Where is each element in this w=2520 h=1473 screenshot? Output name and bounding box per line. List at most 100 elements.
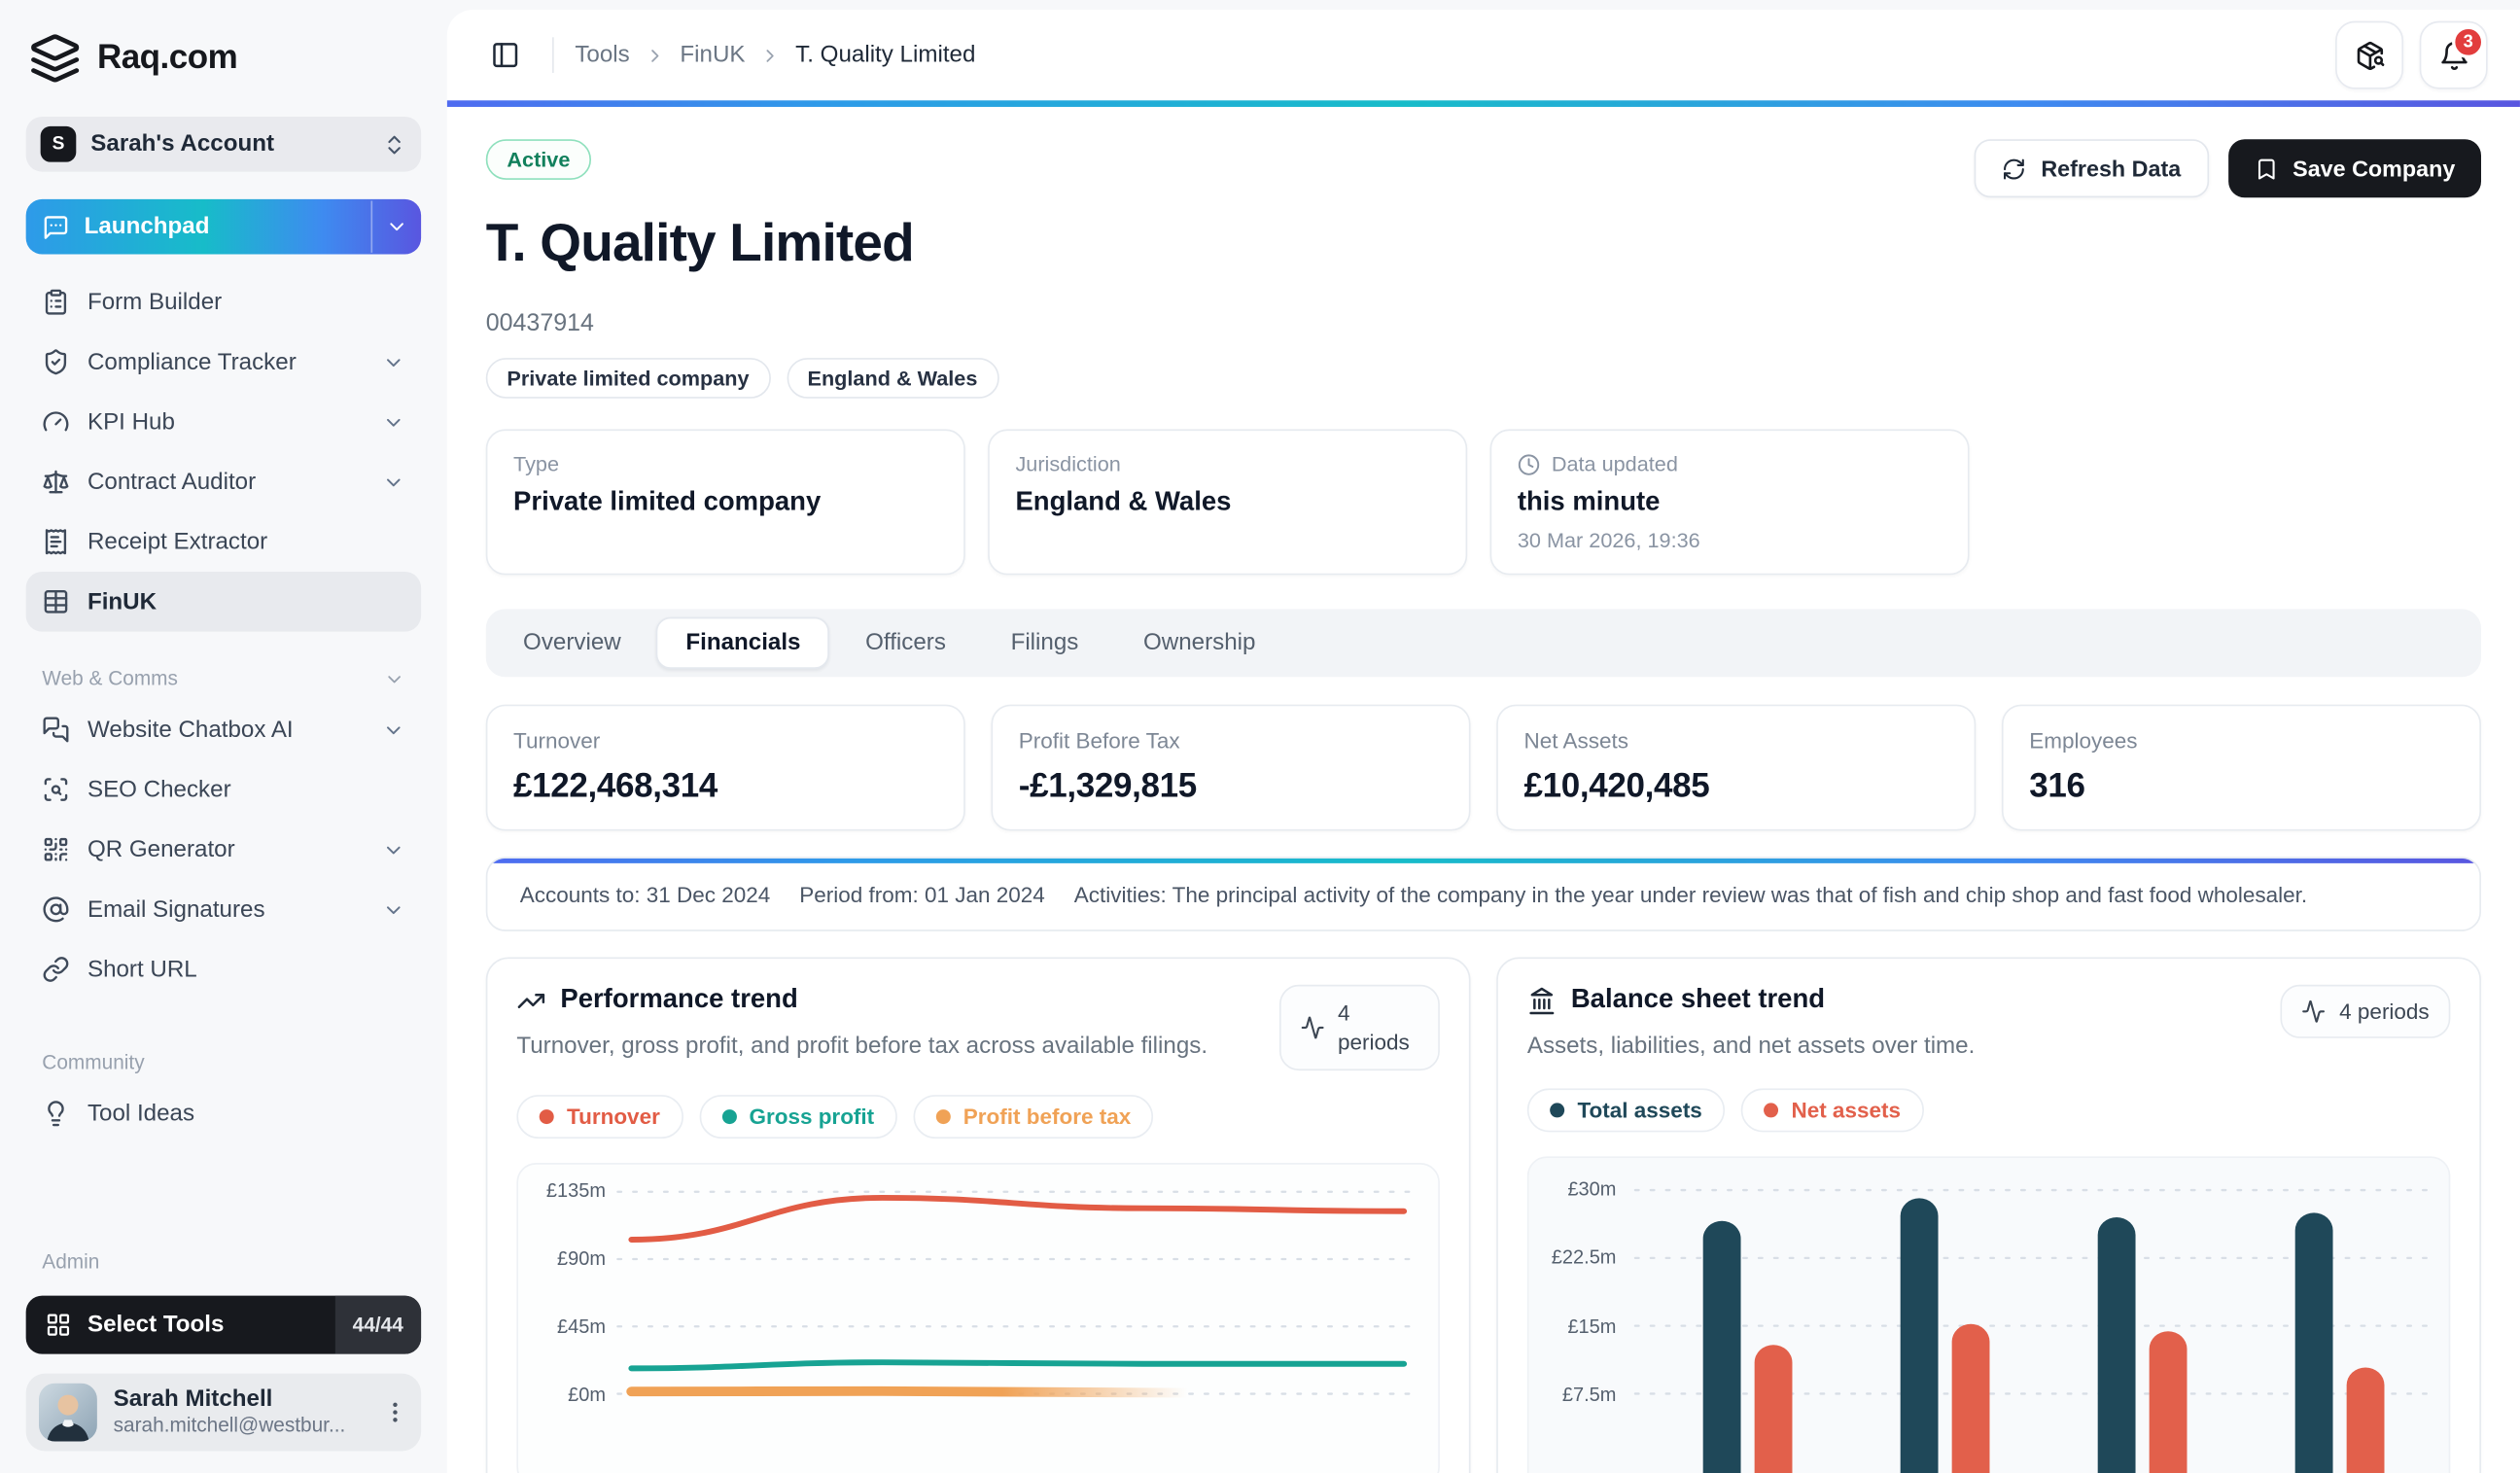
scale-icon [42, 468, 69, 495]
page-title: T. Quality Limited [485, 212, 915, 272]
tab-ownership[interactable]: Ownership [1114, 617, 1284, 669]
status-badge: Active [485, 139, 592, 180]
account-label: Sarah's Account [90, 130, 275, 158]
account-avatar: S [40, 125, 77, 162]
legend-gross-profit[interactable]: Gross profit [698, 1095, 897, 1140]
sidebar-item-website-chatbox-ai[interactable]: Website Chatbox AI [26, 700, 421, 760]
sidebar-section-web-comms[interactable]: Web & Comms [42, 667, 404, 690]
topbar: Tools FinUK T. Quality Limited 3 [447, 10, 2520, 100]
link-icon [42, 956, 69, 983]
tab-officers[interactable]: Officers [836, 617, 975, 669]
divider [552, 37, 554, 73]
sidebar-item-compliance-tracker[interactable]: Compliance Tracker [26, 332, 421, 392]
ellipsis-vertical-icon[interactable] [382, 1398, 408, 1424]
sidebar-item-label: FinUK [87, 588, 158, 615]
launchpad-main[interactable]: Launchpad [26, 199, 371, 255]
y-axis-tick: £30m [1567, 1177, 1617, 1201]
brand-logo: Raq.com [29, 32, 418, 84]
net-assets-bar [1754, 1345, 1793, 1473]
activity-icon [2302, 1000, 2327, 1024]
sidebar-item-qr-generator[interactable]: QR Generator [26, 820, 421, 880]
select-tools-button[interactable]: Select Tools 44/44 [25, 1294, 422, 1353]
user-name: Sarah Mitchell [113, 1385, 273, 1413]
app-root: Raq.com S Sarah's Account Launchpad Form… [0, 0, 2520, 1473]
tab-filings[interactable]: Filings [982, 617, 1108, 669]
breadcrumb-tools[interactable]: Tools [575, 42, 629, 68]
periods-badge-label: 4 periods [2339, 999, 2430, 1024]
performance-line-chart: £135m £90m £45m £0m [516, 1163, 1440, 1473]
layout-grid-icon [46, 1311, 72, 1337]
select-tools-main[interactable]: Select Tools [26, 1295, 335, 1353]
balance-sheet-trend-panel: Balance sheet trend Assets, liabilities,… [1496, 957, 2482, 1473]
chevron-down-icon [382, 471, 404, 493]
balance-legend: Total assets Net assets [1526, 1088, 2451, 1133]
sidebar-item-seo-checker[interactable]: SEO Checker [26, 759, 421, 820]
sidebar-item-label: Short URL [87, 956, 197, 983]
stat-label: Turnover [513, 728, 601, 754]
user-card[interactable]: Sarah Mitchell sarah.mitchell@westbur... [25, 1372, 422, 1451]
legend-net-assets[interactable]: Net assets [1740, 1088, 1924, 1133]
balance-bar-chart: £30m £22.5m £15m £7.5m [1526, 1156, 2451, 1473]
legend-turnover[interactable]: Turnover [516, 1095, 683, 1140]
net-assets-bar [2149, 1331, 2188, 1473]
chevron-down-icon [382, 838, 404, 860]
data-updated-value: this minute [1517, 487, 1661, 517]
sidebar-item-label: Receipt Extractor [87, 528, 268, 555]
chevron-down-icon [382, 719, 404, 741]
periods-badge: 4 periods [2281, 984, 2451, 1038]
stat-value: £10,420,485 [1523, 767, 1710, 806]
tab-overview[interactable]: Overview [494, 617, 650, 669]
sidebar-toggle-button[interactable] [479, 29, 531, 81]
data-updated-card: Data updated this minute 30 Mar 2026, 19… [1489, 429, 1970, 576]
sidebar-item-tool-ideas[interactable]: Tool Ideas [26, 1083, 421, 1143]
legend-profit-before-tax[interactable]: Profit before tax [913, 1095, 1154, 1140]
sidebar-item-label: QR Generator [87, 836, 235, 863]
notifications-button[interactable]: 3 [2419, 20, 2488, 89]
total-assets-bar [2294, 1212, 2333, 1473]
bar-chart-canvas [1633, 1189, 2430, 1473]
legend-total-assets[interactable]: Total assets [1526, 1088, 1726, 1133]
panel-header: Balance sheet trend Assets, liabilities,… [1527, 984, 2451, 1065]
account-switcher[interactable]: S Sarah's Account [25, 116, 422, 172]
refresh-data-button[interactable]: Refresh Data [1975, 139, 2209, 198]
sidebar-item-finuk[interactable]: FinUK [25, 572, 422, 632]
section-label-text: Admin [42, 1249, 100, 1273]
stat-value: 316 [2029, 767, 2085, 806]
message-square-more-icon [42, 213, 69, 240]
sidebar-item-kpi-hub[interactable]: KPI Hub [26, 392, 421, 452]
activity-icon [1301, 1016, 1325, 1040]
topbar-actions: 3 [2335, 20, 2488, 89]
tab-financials[interactable]: Financials [656, 616, 830, 670]
sidebar-item-contract-auditor[interactable]: Contract Auditor [26, 452, 421, 512]
brand-name: Raq.com [96, 38, 238, 77]
sidebar-item-short-url[interactable]: Short URL [26, 939, 421, 1000]
periods-badge: 4 periods [1278, 984, 1440, 1071]
content: Active Refresh Data Save Company T. Qual… [447, 107, 2520, 1473]
sidebar-item-receipt-extractor[interactable]: Receipt Extractor [26, 511, 421, 572]
filing-summary-text: Accounts to: 31 Dec 2024 Period from: 01… [520, 883, 2447, 907]
clock-icon [1518, 453, 1540, 475]
net-assets-bar [1951, 1323, 1990, 1473]
package-search-button[interactable] [2335, 20, 2404, 89]
sidebar-item-email-signatures[interactable]: Email Signatures [26, 880, 421, 940]
y-axis-tick: £135m [545, 1179, 607, 1203]
charts-row: Performance trend Turnover, gross profit… [485, 957, 2482, 1473]
launchpad-expand-button[interactable] [372, 199, 421, 255]
chevron-right-icon [760, 45, 782, 66]
legend-dot [1764, 1103, 1779, 1118]
legend-label: Turnover [567, 1105, 660, 1130]
launchpad-button[interactable]: Launchpad [25, 198, 422, 255]
jurisdiction-card-value: England & Wales [1015, 487, 1232, 517]
panel-title: Performance trend [560, 984, 798, 1014]
breadcrumb-finuk[interactable]: FinUK [680, 42, 745, 68]
stat-label: Employees [2029, 728, 2138, 754]
sidebar-item-label: Website Chatbox AI [87, 717, 294, 743]
data-updated-label-text: Data updated [1551, 451, 1678, 476]
sidebar-item-label: KPI Hub [87, 408, 175, 436]
stat-cards: Turnover £122,468,314 Profit Before Tax … [485, 704, 2482, 831]
tools-count-badge: 44/44 [334, 1294, 422, 1353]
scan-search-icon [42, 776, 69, 803]
save-company-button[interactable]: Save Company [2227, 139, 2482, 198]
sidebar-item-form-builder[interactable]: Form Builder [26, 272, 421, 333]
panel-left-icon [491, 41, 520, 70]
